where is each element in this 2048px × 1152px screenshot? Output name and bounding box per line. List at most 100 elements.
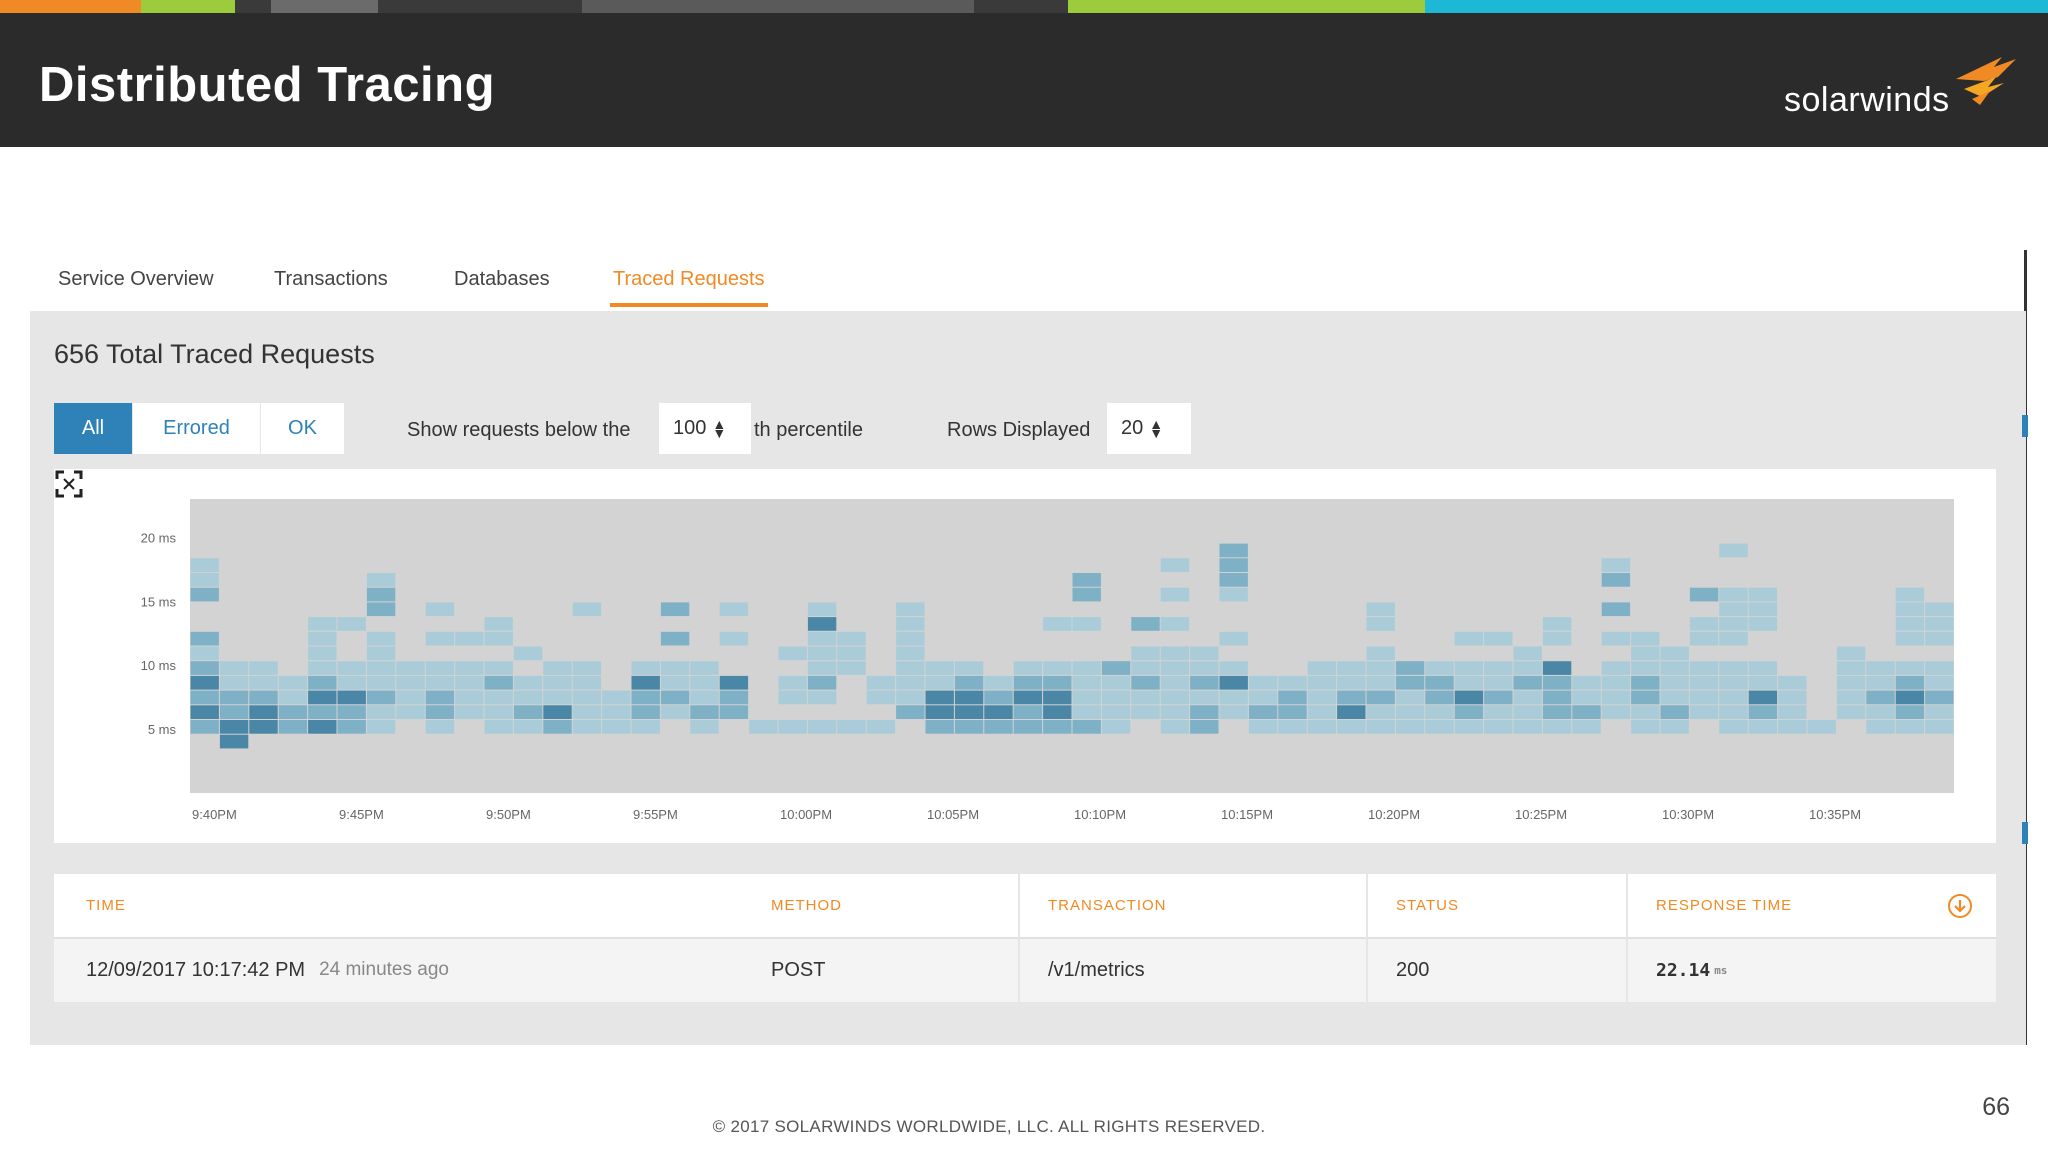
heatmap-cell[interactable] xyxy=(1248,705,1278,719)
heatmap-cell[interactable] xyxy=(455,705,484,719)
heatmap-cell[interactable] xyxy=(1660,705,1689,719)
heatmap-cell[interactable] xyxy=(660,675,690,690)
heatmap-cell[interactable] xyxy=(366,587,396,602)
heatmap-cell[interactable] xyxy=(1601,675,1631,690)
heatmap-cell[interactable] xyxy=(1778,690,1807,705)
heatmap-cell[interactable] xyxy=(1278,690,1307,705)
heatmap-cell[interactable] xyxy=(1101,720,1131,734)
heatmap-cell[interactable] xyxy=(1719,690,1748,705)
heatmap-cell[interactable] xyxy=(778,675,807,690)
heatmap-cell[interactable] xyxy=(631,661,660,675)
heatmap-cell[interactable] xyxy=(1160,720,1190,734)
heatmap-cell[interactable] xyxy=(1866,661,1895,675)
heatmap-cell[interactable] xyxy=(1513,661,1542,675)
heatmap-cell[interactable] xyxy=(1454,675,1484,690)
heatmap-cell[interactable] xyxy=(484,631,513,646)
heatmap-cell[interactable] xyxy=(1278,675,1307,690)
heatmap-cell[interactable] xyxy=(807,690,837,705)
heatmap-cell[interactable] xyxy=(1601,558,1631,572)
heatmap-cell[interactable] xyxy=(366,690,396,705)
heatmap-cell[interactable] xyxy=(807,646,837,661)
heatmap-cell[interactable] xyxy=(1719,617,1748,631)
heatmap-cell[interactable] xyxy=(1366,661,1395,675)
heatmap-cell[interactable] xyxy=(219,705,249,719)
heatmap-cell[interactable] xyxy=(425,661,455,675)
heatmap-cell[interactable] xyxy=(1190,675,1219,690)
heatmap-cell[interactable] xyxy=(1101,661,1131,675)
heatmap-cell[interactable] xyxy=(1101,690,1131,705)
heatmap-cell[interactable] xyxy=(308,675,337,690)
heatmap-cell[interactable] xyxy=(366,705,396,719)
heatmap-cell[interactable] xyxy=(1542,690,1572,705)
heatmap-cell[interactable] xyxy=(1072,587,1101,602)
heatmap-cell[interactable] xyxy=(1219,573,1248,587)
heatmap-cell[interactable] xyxy=(1719,661,1748,675)
heatmap-cell[interactable] xyxy=(1542,631,1572,646)
heatmap-cell[interactable] xyxy=(984,690,1013,705)
heatmap-cell[interactable] xyxy=(425,602,455,617)
heatmap-cell[interactable] xyxy=(572,602,602,617)
heatmap-cell[interactable] xyxy=(866,675,896,690)
heatmap-cell[interactable] xyxy=(1895,661,1925,675)
heatmap-cell[interactable] xyxy=(543,661,572,675)
heatmap-cell[interactable] xyxy=(572,705,602,719)
heatmap-cell[interactable] xyxy=(366,631,396,646)
heatmap-cell[interactable] xyxy=(1043,720,1072,734)
heatmap-cell[interactable] xyxy=(1013,705,1043,719)
heatmap-cell[interactable] xyxy=(308,720,337,734)
heatmap-cell[interactable] xyxy=(396,705,425,719)
heatmap-cell[interactable] xyxy=(660,705,690,719)
heatmap-cell[interactable] xyxy=(425,631,455,646)
heatmap-cell[interactable] xyxy=(278,675,308,690)
heatmap-cell[interactable] xyxy=(1248,720,1278,734)
heatmap-cell[interactable] xyxy=(1043,675,1072,690)
heatmap-cell[interactable] xyxy=(366,573,396,587)
heatmap-cell[interactable] xyxy=(1454,661,1484,675)
heatmap-cell[interactable] xyxy=(1689,675,1719,690)
heatmap-cell[interactable] xyxy=(190,587,219,602)
heatmap-cell[interactable] xyxy=(1219,705,1248,719)
heatmap-cell[interactable] xyxy=(455,661,484,675)
column-header-response-time[interactable]: RESPONSE TIME xyxy=(1656,874,1792,937)
heatmap-cell[interactable] xyxy=(1925,661,1954,675)
heatmap-cell[interactable] xyxy=(484,705,513,719)
heatmap-cell[interactable] xyxy=(984,720,1013,734)
heatmap-cell[interactable] xyxy=(396,661,425,675)
heatmap-cell[interactable] xyxy=(1425,705,1454,719)
heatmap-cell[interactable] xyxy=(1043,617,1072,631)
heatmap-cell[interactable] xyxy=(1160,558,1190,572)
heatmap-cell[interactable] xyxy=(866,720,896,734)
heatmap-cell[interactable] xyxy=(366,675,396,690)
heatmap-cell[interactable] xyxy=(337,617,366,631)
heatmap-cell[interactable] xyxy=(837,631,866,646)
heatmap-cell[interactable] xyxy=(1748,617,1778,631)
heatmap-cell[interactable] xyxy=(719,631,749,646)
heatmap-cell[interactable] xyxy=(1366,617,1395,631)
heatmap-cell[interactable] xyxy=(1748,587,1778,602)
heatmap-cell[interactable] xyxy=(807,661,837,675)
heatmap-cell[interactable] xyxy=(278,705,308,719)
heatmap-cell[interactable] xyxy=(1513,646,1542,661)
heatmap-cell[interactable] xyxy=(1748,602,1778,617)
heatmap-cell[interactable] xyxy=(1866,720,1895,734)
heatmap-cell[interactable] xyxy=(1484,720,1513,734)
heatmap-cell[interactable] xyxy=(1219,587,1248,602)
heatmap-cell[interactable] xyxy=(1866,675,1895,690)
heatmap-cell[interactable] xyxy=(337,705,366,719)
heatmap-cell[interactable] xyxy=(1778,720,1807,734)
tab-service-overview[interactable]: Service Overview xyxy=(58,268,214,307)
heatmap-cell[interactable] xyxy=(1748,690,1778,705)
heatmap-cell[interactable] xyxy=(308,690,337,705)
heatmap-cell[interactable] xyxy=(1601,705,1631,719)
heatmap-cell[interactable] xyxy=(719,690,749,705)
heatmap-cell[interactable] xyxy=(1337,690,1366,705)
heatmap-cell[interactable] xyxy=(1484,675,1513,690)
heatmap-cell[interactable] xyxy=(1337,661,1366,675)
filter-ok-button[interactable]: OK xyxy=(261,403,345,454)
heatmap-cell[interactable] xyxy=(602,690,631,705)
tab-traced-requests[interactable]: Traced Requests xyxy=(610,268,768,307)
heatmap-cell[interactable] xyxy=(1425,690,1454,705)
heatmap-cell[interactable] xyxy=(1631,646,1660,661)
heatmap-cell[interactable] xyxy=(1278,720,1307,734)
heatmap-cell[interactable] xyxy=(190,646,219,661)
